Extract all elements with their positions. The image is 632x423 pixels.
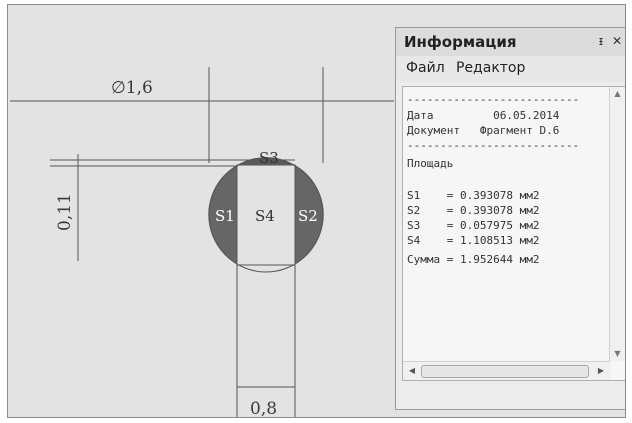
horizontal-scroll-thumb[interactable] [421,365,589,378]
panel-title: Информация [404,33,517,51]
panel-menubar: Файл Редактор [396,56,625,82]
area-s4-line: S4 = 1.108513 мм2 [407,234,540,247]
region-label-s4: S4 [255,207,275,225]
region-label-s3: S3 [259,149,279,167]
scroll-left-icon[interactable]: ◀ [405,364,419,378]
menu-edit[interactable]: Редактор [454,60,527,76]
area-s1-line: S1 = 0.393078 мм2 [407,189,540,202]
area-s2-line: S2 = 0.393078 мм2 [407,204,540,217]
info-panel[interactable]: Информация ᵻ ✕ Файл Редактор -----------… [395,27,625,410]
separator-line: -------------------------- [407,139,580,152]
info-text-area[interactable]: -------------------------- Дата 06.05.20… [402,86,625,381]
scroll-up-icon[interactable]: ▲ [610,87,625,101]
vertical-scrollbar[interactable]: ▲ ▼ [609,87,625,361]
document-line: Документ Фрагмент D.6 [407,124,560,137]
area-s3-line: S3 = 0.057975 мм2 [407,219,540,232]
region-label-s1: S1 [215,207,235,225]
panel-titlebar[interactable]: Информация ᵻ ✕ [396,28,625,56]
date-line: Дата 06.05.2014 [407,109,560,122]
close-icon[interactable]: ✕ [610,34,624,48]
pin-icon[interactable]: ᵻ [594,34,608,48]
region-label-s2: S2 [298,207,318,225]
diameter-label: ∅1,6 [111,78,153,98]
scroll-down-icon[interactable]: ▼ [610,347,625,361]
area-sum-line: Сумма = 1.952644 мм2 [407,253,540,266]
lower-rectangle [236,264,296,388]
scroll-right-icon[interactable]: ▶ [594,364,608,378]
width-label: 0,8 [250,399,277,418]
area-header: Площадь [407,157,454,170]
menu-file[interactable]: Файл [404,60,447,76]
separator-line: -------------------------- [407,93,580,106]
horizontal-scrollbar[interactable]: ◀ ▶ [403,361,610,380]
cad-viewport[interactable]: ∅1,6 0,11 0,8 S1 S2 S3 S4 Информация ᵻ ✕… [7,4,626,418]
offset-label: 0,11 [55,193,75,231]
